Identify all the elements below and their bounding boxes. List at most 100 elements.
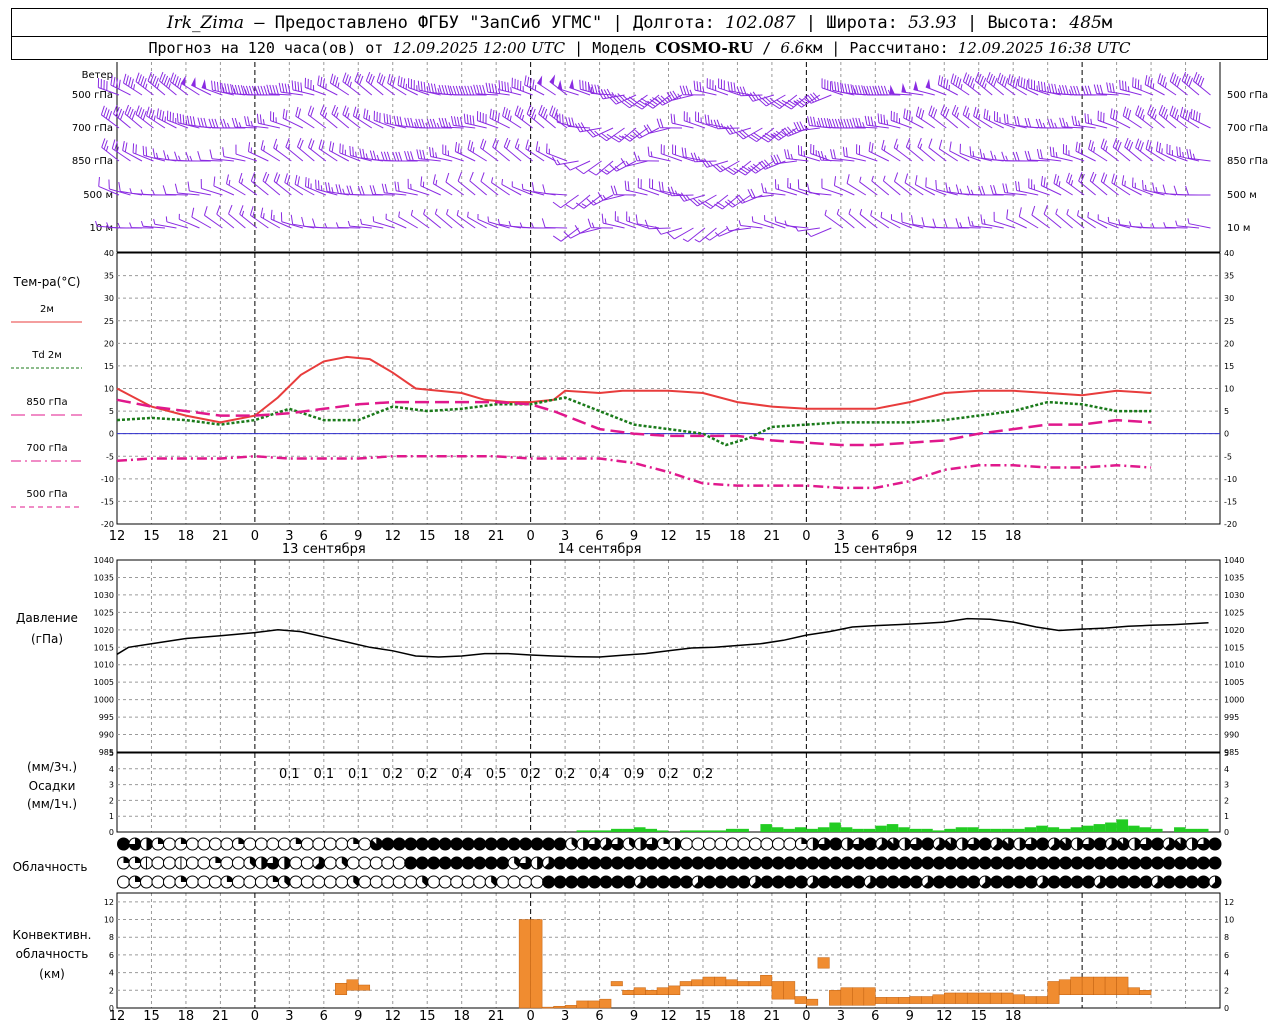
wind-barb-full [1122,106,1127,117]
wind-barb-full [949,141,952,151]
wind-barb-full [1174,109,1179,119]
wind-barb-half [880,211,883,218]
wind-barb-full [973,106,977,117]
wind-barb-full [1182,108,1186,118]
wind-barb-full [231,117,236,128]
wind-barb-full [843,118,848,129]
wind-barb-full [1018,207,1022,217]
wind-barb-full [1137,79,1140,90]
cloud-symbol [335,875,349,889]
wind-barb-half [436,122,440,129]
wind-barb-half [993,154,997,161]
wind-barb-half [1155,187,1158,193]
wind-barb-half [1055,152,1058,158]
y-tick-right: 10 [1224,385,1234,394]
wind-barb-full [393,115,397,126]
wind-barb-full [1081,85,1086,95]
cloud-symbol-full [496,838,509,850]
y-tick-left: 990 [99,731,114,740]
cloud-symbol [300,875,314,889]
cloud-symbol-full [623,857,636,869]
wind-barb-full [256,113,259,124]
precip-bar [829,822,841,832]
cloud-symbol-full [439,857,452,869]
wind-barb-staff [467,216,487,229]
wind-barb-full [1172,74,1177,84]
wind-barb-full [282,108,285,119]
cloud-symbol-full [852,857,865,869]
precip-bar [806,828,818,832]
cloud-symbol-full [1071,876,1084,888]
wind-barb-staff [939,148,959,162]
conv-bar [1047,981,1060,1004]
wind-barb-full [507,110,511,120]
cloud-symbol-full [427,857,440,869]
wind-barb-full [480,138,484,149]
wind-barb-full [1127,109,1132,120]
wind-barb-half [704,236,710,241]
wind-barb-full [849,118,854,129]
wind-barb-half [336,112,339,118]
cloud-symbol [185,856,199,870]
cloud-symbol-full [1036,838,1049,850]
precip-bar [794,827,807,832]
wind-barb-full [582,80,584,91]
wind-barb-full [1068,174,1073,184]
y-tick-right: 1015 [1224,643,1244,652]
wind-barb-full [482,140,487,150]
wind-barb-full [549,105,554,115]
conv-bar [1001,992,1014,1004]
wind-barb-full [432,118,437,129]
wind-barb-full [473,84,477,94]
cloud-symbol-full [462,857,475,869]
wind-barb-half [226,122,230,129]
conv-bar [1081,976,1094,995]
wind-barb-full [227,83,230,94]
precip-bar [1047,827,1060,832]
wind-barb-half [983,153,986,159]
wind-barb-half [533,114,537,120]
cloud-symbol [358,875,372,889]
cloud-symbol [220,856,234,870]
wind-barb-full [880,114,883,124]
wind-barb-full [472,115,475,126]
cloud-symbol-full [600,876,613,888]
precip-bar [990,828,1002,832]
cloud-symbol-full [1105,876,1118,888]
wind-barb-half [637,155,641,161]
wind-level-label-left: 500 м [83,190,113,201]
wind-barb-full [1024,117,1029,128]
wind-barb-staff [740,224,763,229]
wind-barb-full [610,185,615,195]
cloud-symbol [496,875,510,889]
wind-barb-full [197,151,201,161]
wind-barb-full [208,118,213,128]
precip-bar [978,828,991,832]
wind-barb-full [905,109,909,120]
y-tick-right: 1000 [1224,696,1244,705]
cloud-symbol-full [772,857,785,869]
wind-barb-half [501,178,504,185]
wind-barb-full [1010,75,1014,86]
wind-barb-full [1128,141,1134,151]
wind-barb-full [380,151,385,161]
wind-barb-full [627,181,630,191]
cloud-symbol-full [875,876,888,888]
wind-barb-half [168,83,171,89]
wind-barb-full [177,77,182,88]
wind-barb-full [372,150,377,160]
cloud-symbol-full [646,876,659,888]
conv-bar [1024,996,1037,1004]
wind-barb-half [959,222,963,228]
wind-barb-full [699,81,702,92]
conv-bar [794,996,807,1004]
precip-bar [1151,828,1163,832]
wind-barb-full [1052,147,1055,157]
wind-barb-half [870,210,873,216]
wind-barb-half [156,83,160,89]
wind-barb-full [1186,148,1190,159]
wind-barb-full [1001,76,1006,86]
cloud-symbol-full [450,857,463,869]
cloud-symbol-full [795,876,808,888]
cloud-symbol [519,875,533,889]
